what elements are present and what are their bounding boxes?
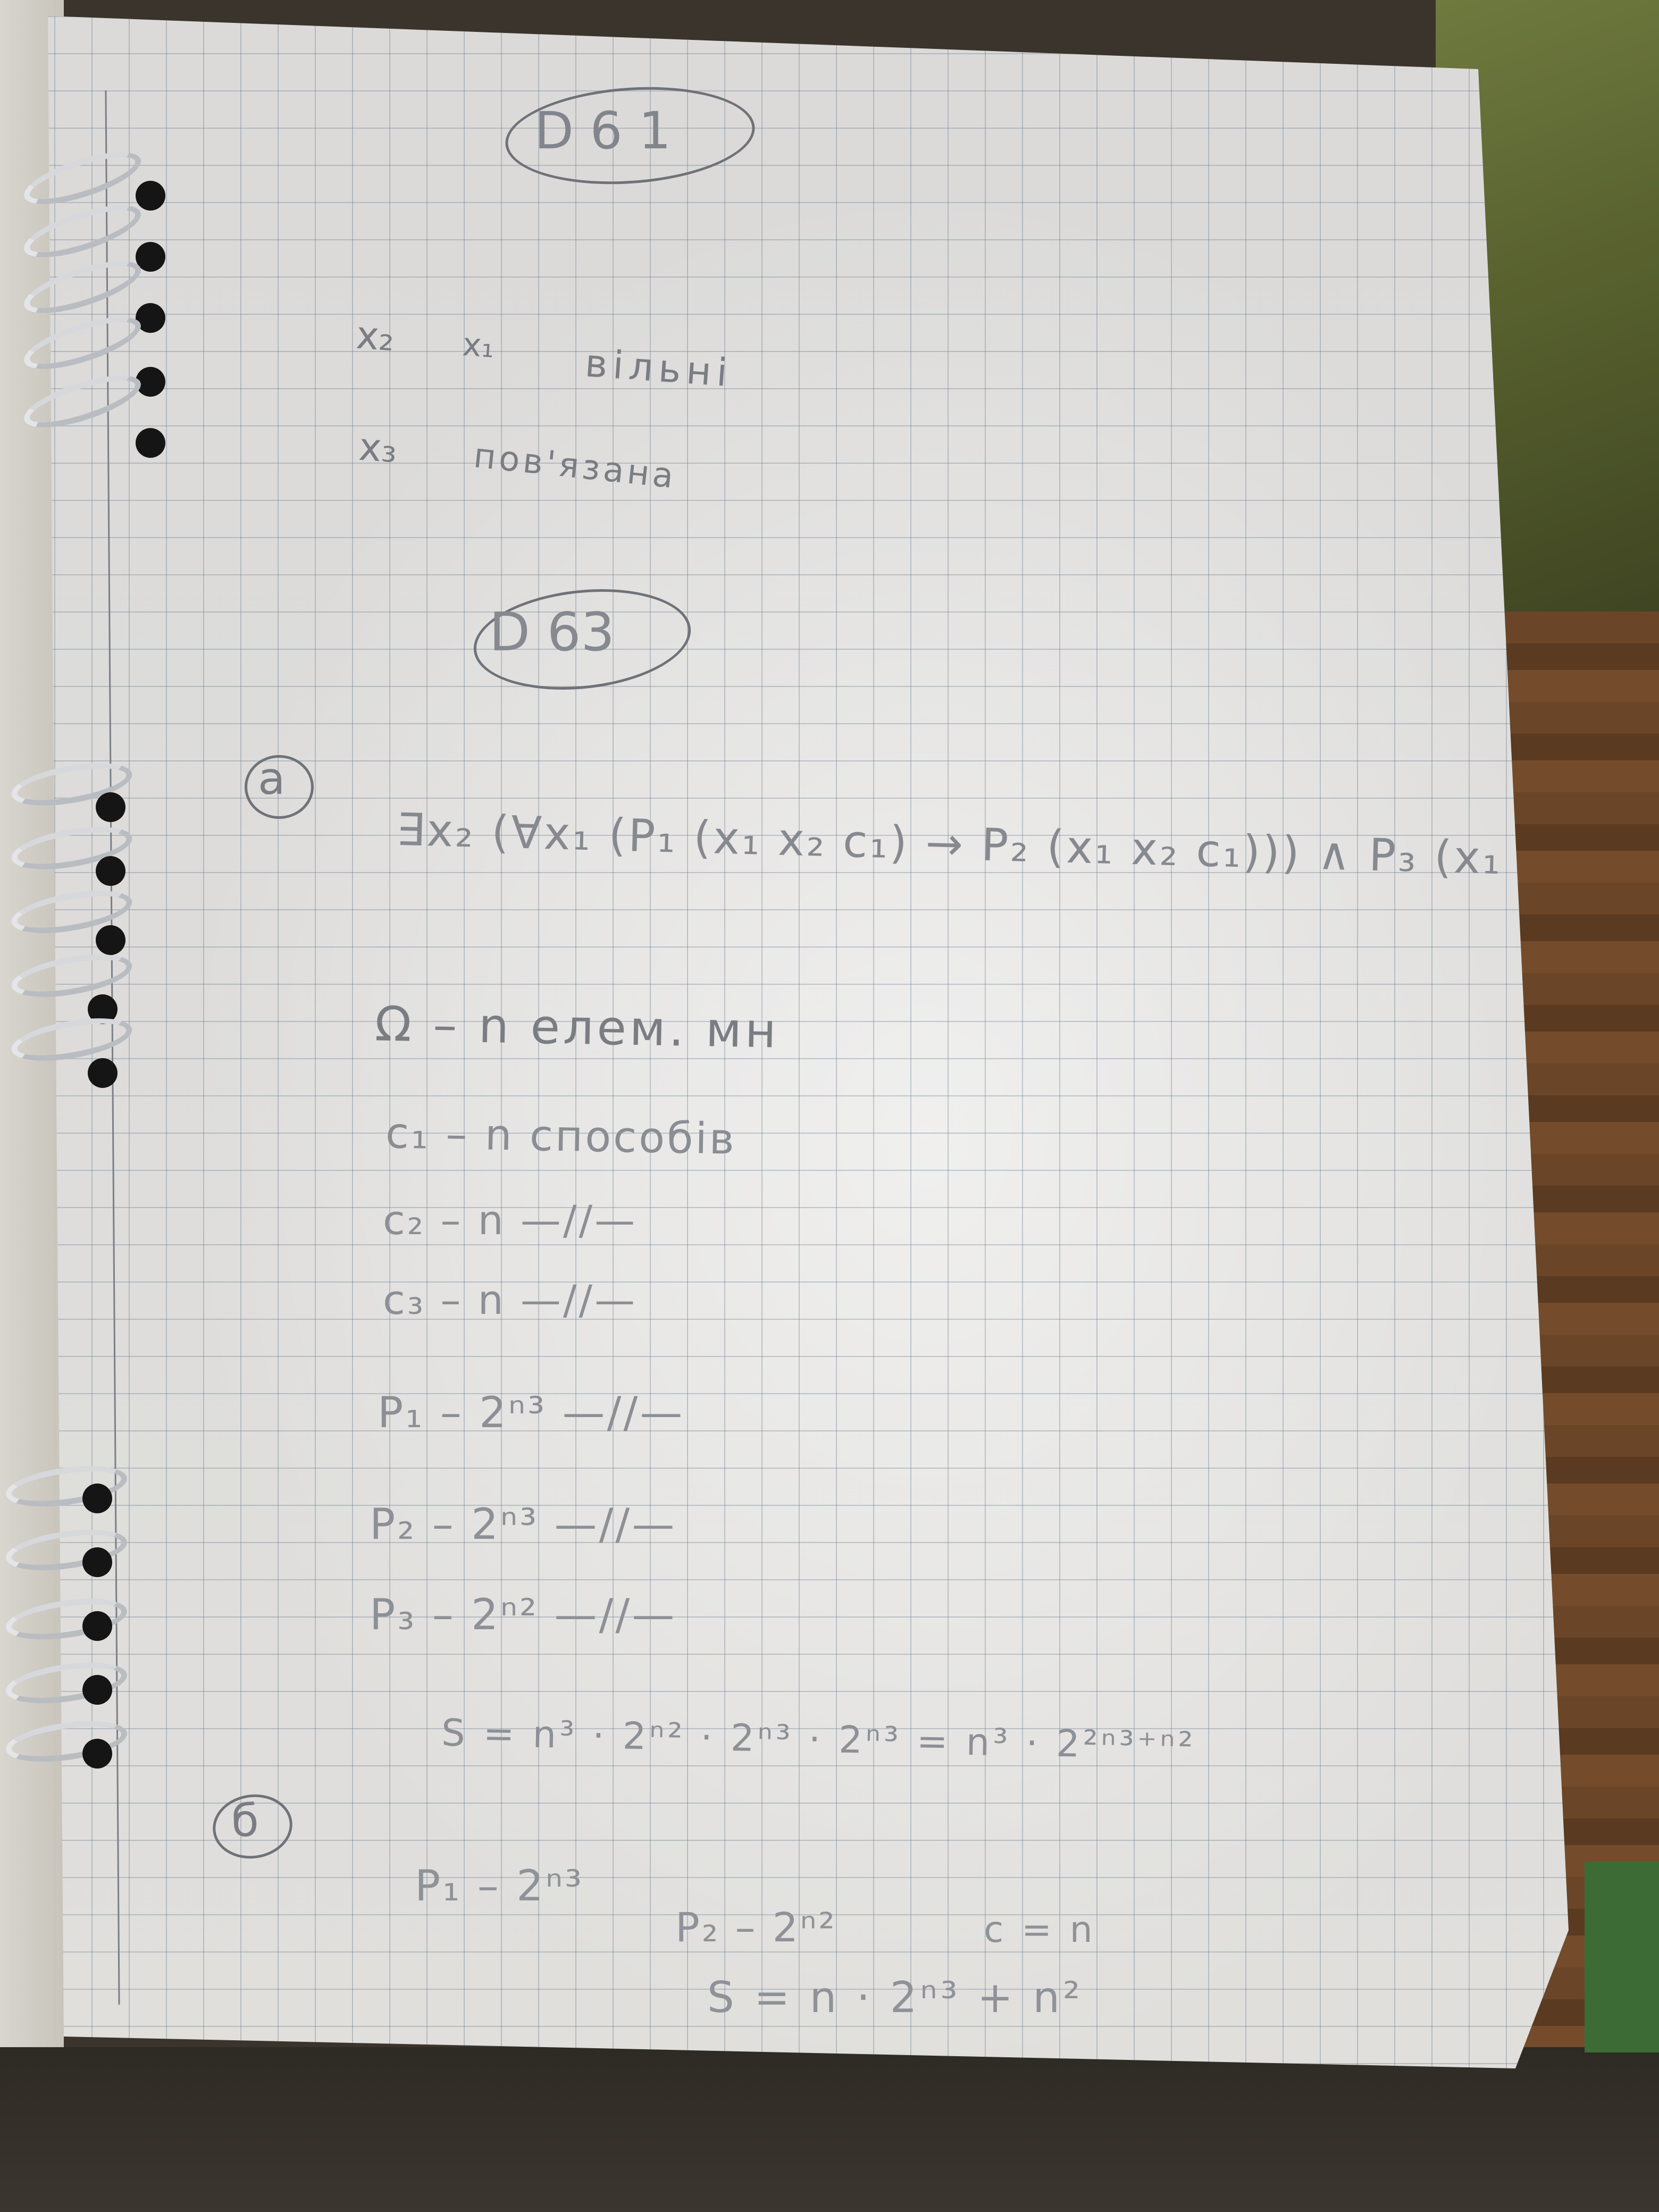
background-dark-floor — [0, 2047, 1659, 2212]
spiral-ring — [18, 195, 147, 268]
binding-hole — [136, 428, 165, 458]
spiral-ring — [3, 1523, 130, 1577]
spiral-ring — [18, 306, 147, 380]
b-c-line: c = n — [984, 1909, 1096, 1951]
title-1: D 6 1 — [534, 101, 672, 161]
formula: ∃x₂ (∀x₁ (P₁ (x₁ x₂ c₁) → P₂ (x₁ x₂ c₁))… — [396, 803, 1586, 887]
spiral-ring — [18, 141, 147, 215]
sum-b: S = n · 2ⁿ³ + n² — [707, 1973, 1084, 2022]
binding-hole — [136, 181, 165, 211]
p2-line: P₂ – 2ⁿ³ —//— — [370, 1499, 677, 1549]
line-1-x1: x₁ — [461, 326, 496, 365]
c1-line: c₁ – n способів — [385, 1108, 737, 1164]
spiral-ring — [3, 1459, 130, 1513]
p1-line: P₁ – 2ⁿ³ —//— — [378, 1388, 685, 1437]
spiral-ring — [8, 1010, 136, 1069]
b-p2-line: P₂ – 2ⁿ² — [675, 1904, 837, 1951]
binding-hole — [82, 1611, 112, 1641]
spiral-ring — [3, 1714, 130, 1769]
binding-hole — [82, 1675, 112, 1705]
sum-a: S = n³ · 2ⁿ² · 2ⁿ³ · 2ⁿ³ = n³ · 2²ⁿ³⁺ⁿ² — [441, 1711, 1197, 1768]
p3-line: P₃ – 2ⁿ² —//— — [370, 1590, 677, 1639]
spiral-binding — [3, 0, 197, 2021]
line-1-x2: x₂ — [355, 312, 396, 360]
binding-hole — [96, 856, 125, 886]
spiral-ring — [18, 365, 147, 438]
b-p1-line: P₁ – 2ⁿ³ — [415, 1861, 584, 1911]
spiral-ring — [8, 946, 136, 1005]
part-a-label: а — [258, 752, 286, 805]
background-green-object — [1585, 1861, 1659, 2052]
line-2-text: пов'язана — [472, 436, 678, 497]
binding-hole — [88, 1058, 118, 1088]
title-2: D 63 — [489, 601, 615, 663]
binding-hole — [96, 925, 125, 955]
c2-line: c₂ – n —//— — [383, 1196, 638, 1244]
omega-line: Ω – n елем. мн — [374, 996, 780, 1059]
line-2-x3: x₃ — [357, 424, 399, 472]
part-b-label: б — [231, 1795, 259, 1847]
binding-hole — [82, 1547, 112, 1577]
binding-hole — [82, 1484, 112, 1513]
line-1-text: вільні — [583, 340, 734, 396]
c3-line: c₃ – n —//— — [383, 1276, 638, 1323]
binding-hole — [96, 792, 125, 822]
spiral-ring — [18, 250, 147, 324]
binding-hole — [82, 1739, 112, 1769]
notebook-page: D 6 1 x₂ x₁ вільні x₃ пов'язана D 63 а ∃… — [48, 16, 1569, 2068]
